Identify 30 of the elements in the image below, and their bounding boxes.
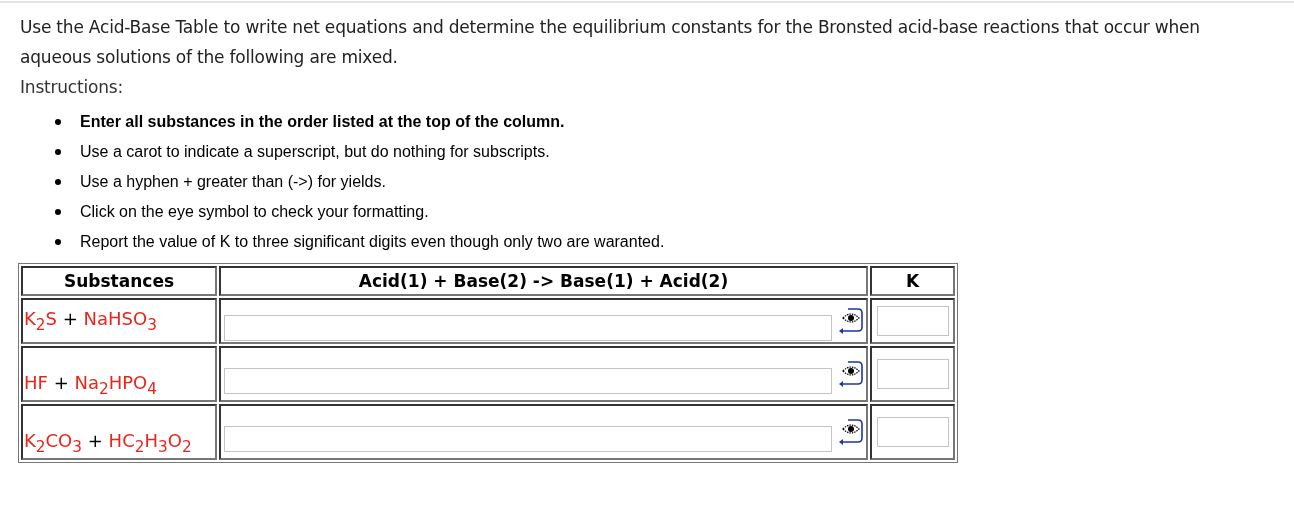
- equation-input[interactable]: [224, 426, 832, 452]
- check-format-button[interactable]: [838, 360, 864, 388]
- instructions-label: Instructions:: [20, 76, 124, 99]
- instruction-text: Click on the eye symbol to check your formatting.: [80, 203, 429, 221]
- bullet-icon: [55, 119, 61, 125]
- k-input[interactable]: [876, 306, 949, 336]
- bullet-icon: [55, 239, 61, 245]
- bullet-icon: [55, 209, 61, 215]
- bullet-icon: [55, 179, 61, 185]
- substances-cell: HF + Na$_{2}$HPO$_{4}$: [21, 346, 217, 402]
- check-format-button[interactable]: [838, 418, 864, 446]
- eye-icon: [838, 418, 864, 446]
- column-header: K: [870, 266, 955, 296]
- equation-input[interactable]: [224, 315, 832, 341]
- eye-icon: [838, 360, 864, 388]
- instruction-text: Enter all substances in the order listed at the top of the column.: [80, 113, 565, 131]
- column-header: Substances: [21, 266, 217, 296]
- equation-input[interactable]: [224, 368, 832, 394]
- instruction-text: Use a carot to indicate a superscript, but do nothing for subscripts.: [80, 143, 550, 161]
- instruction-text: Use a hyphen + greater than (->) for yields.: [80, 173, 386, 191]
- substances-cell: K$_{2}$S + NaHSO$_{3}$: [21, 298, 217, 344]
- eye-icon: [838, 307, 864, 335]
- question-text: Use the Acid-Base Table to write net equations and determine the equilibrium constants for the Bronsted acid-base reactions that occur when aqueous solutions of the following are mixed.: [20, 16, 1201, 69]
- column-header: Acid(1) + Base(2) -> Base(1) + Acid(2): [219, 266, 868, 296]
- check-format-button[interactable]: [838, 307, 864, 335]
- bullet-icon: [55, 149, 61, 155]
- k-input[interactable]: [876, 417, 949, 447]
- k-input[interactable]: [876, 359, 949, 389]
- instruction-text: Report the value of K to three significant digits even though only two are waranted.: [80, 233, 665, 251]
- substances-cell: K$_{2}$CO$_{3}$ + HC$_{2}$H$_{3}$O$_{2}$: [21, 404, 217, 460]
